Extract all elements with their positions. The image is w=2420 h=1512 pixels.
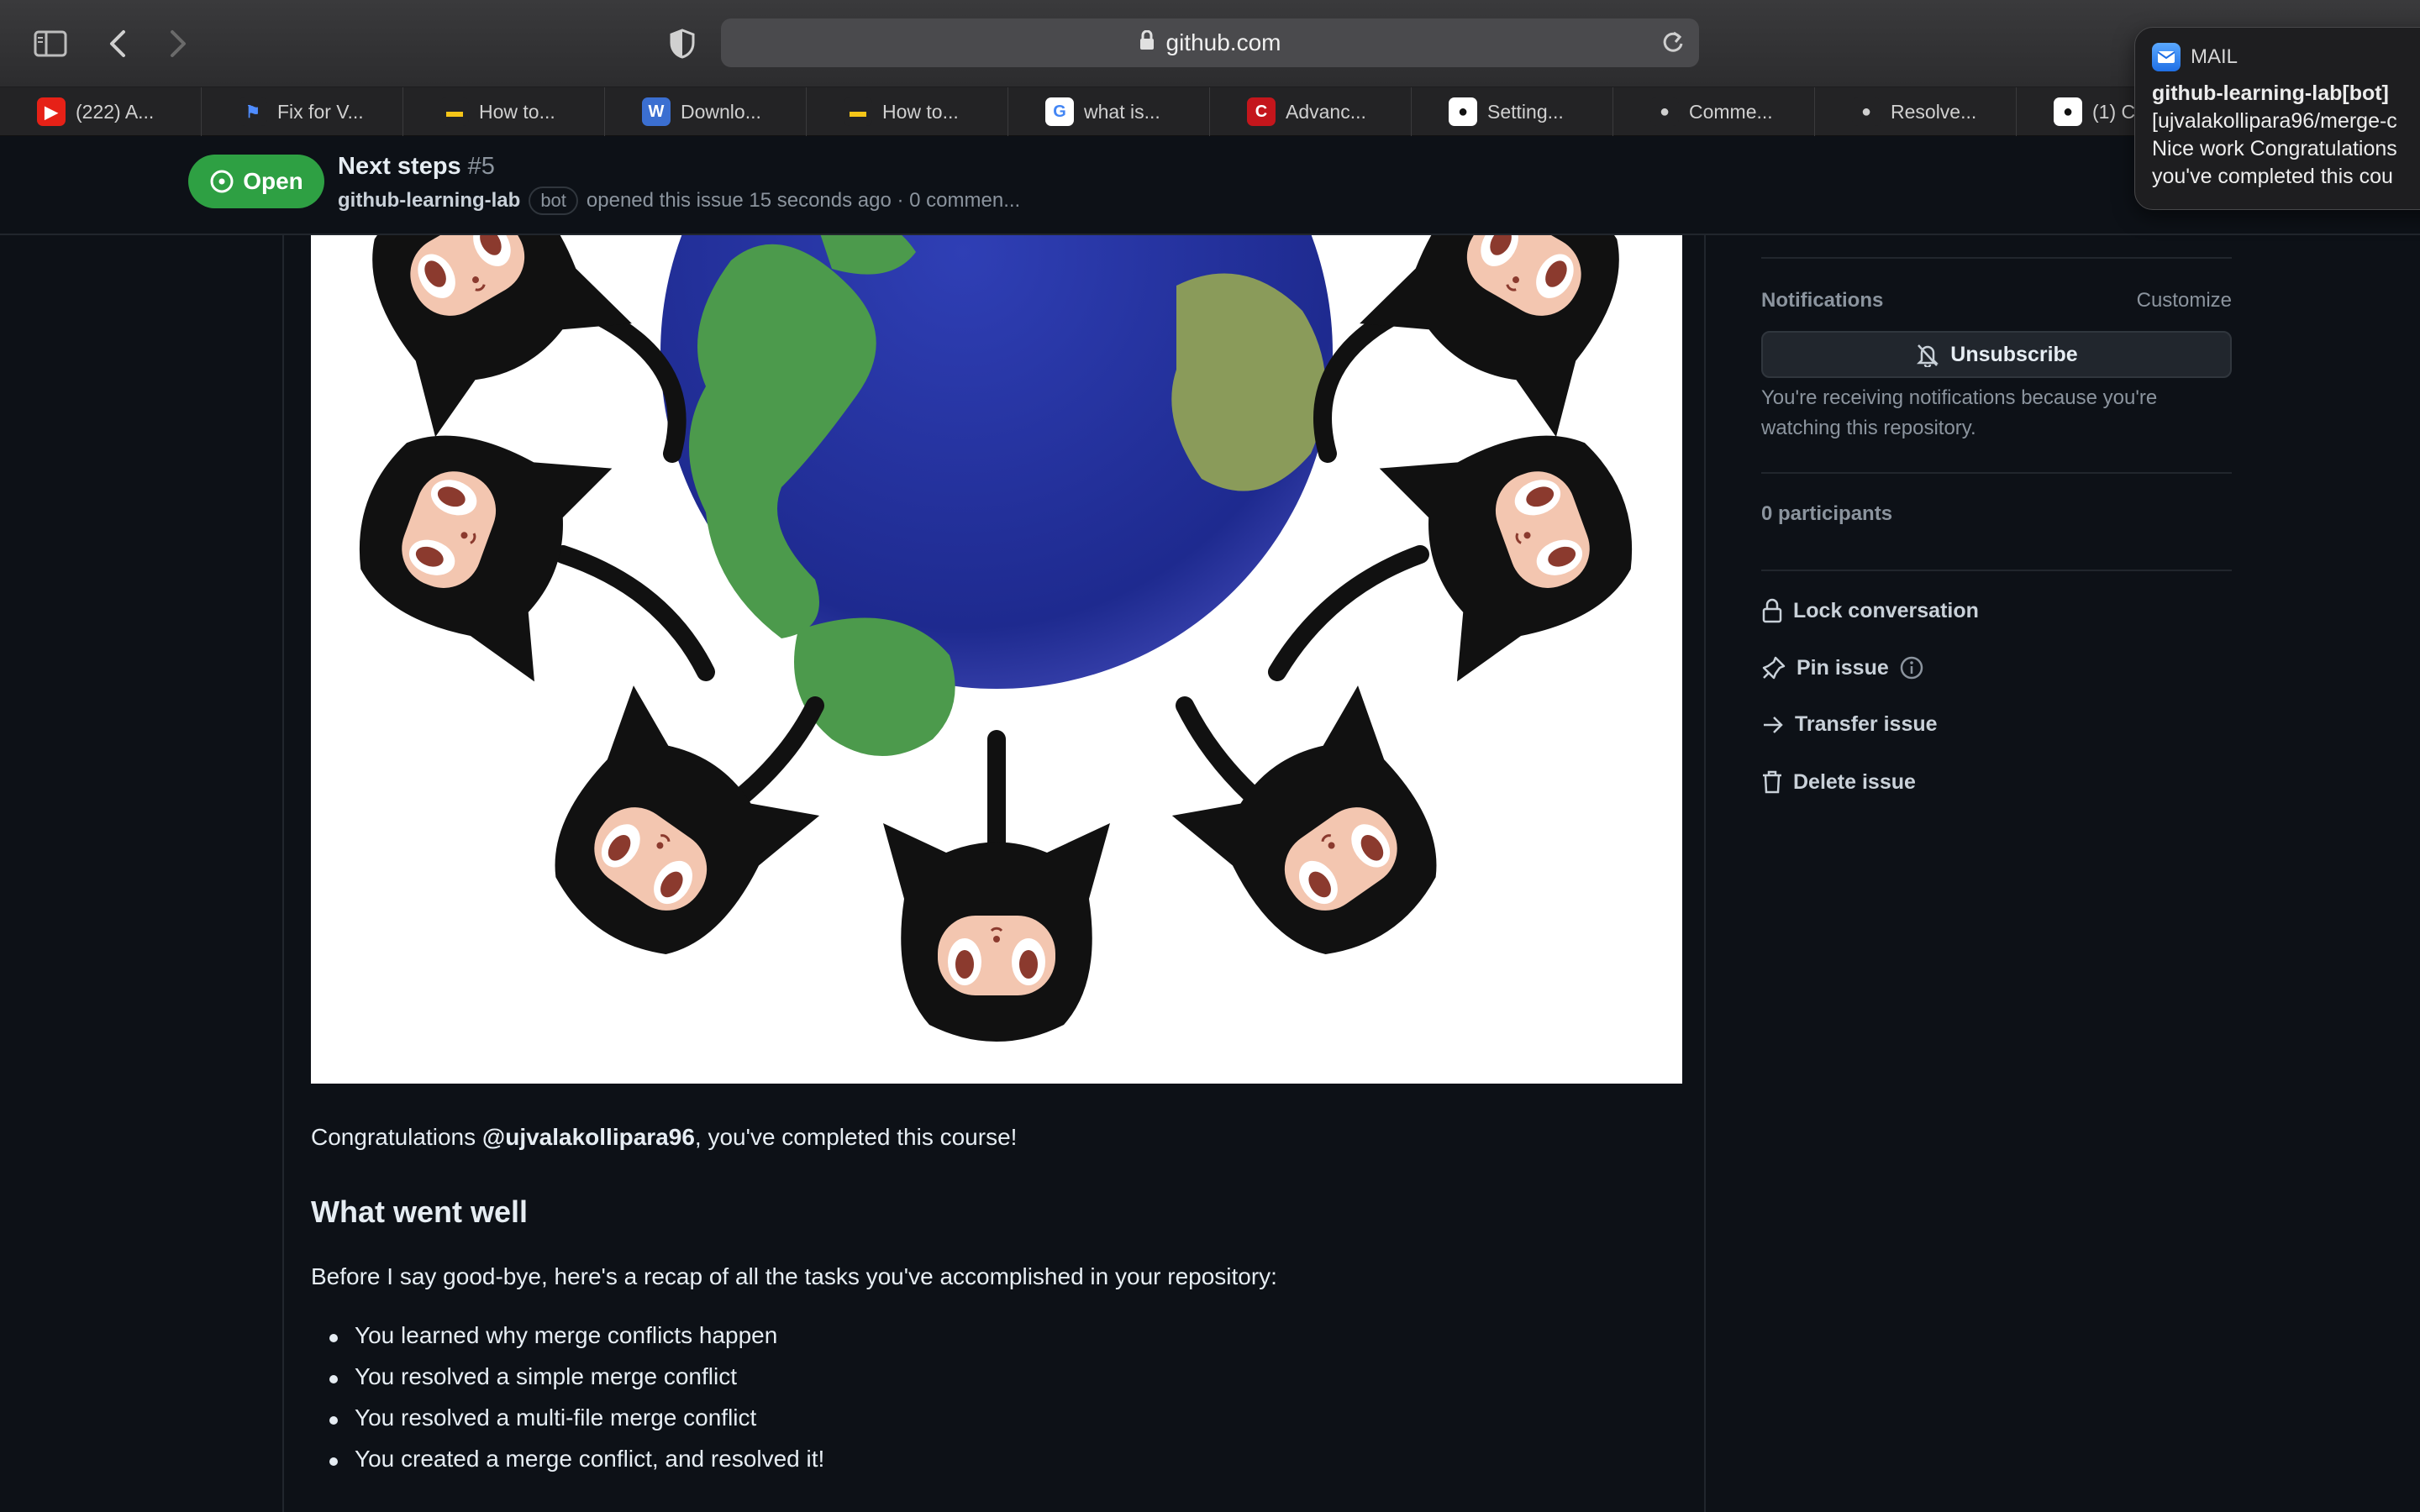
browser-tab[interactable]: ▬ How to...: [807, 87, 1008, 136]
unsubscribe-button[interactable]: Unsubscribe: [1761, 331, 2232, 378]
youtube-icon: ▶: [37, 97, 66, 126]
browser-tab[interactable]: ● Setting...: [1412, 87, 1613, 136]
pin-icon: [1762, 656, 1786, 680]
back-icon[interactable]: [84, 18, 151, 69]
browser-tab-label: How to...: [882, 100, 959, 123]
octocats-globe-image: [311, 235, 1682, 1084]
github-icon: ●: [2054, 97, 2082, 126]
notification-line: Nice work Congratulations: [2152, 137, 2397, 160]
lock-icon: [1139, 29, 1155, 56]
browser-tab-label: Comme...: [1689, 100, 1773, 123]
task-list: You learned why merge conflicts happen Yo…: [329, 1322, 824, 1487]
congrats-paragraph: Congratulations @ujvalakollipara96, you'…: [311, 1124, 1017, 1151]
site-icon: ▬: [844, 97, 872, 126]
site-icon: ▬: [440, 97, 469, 126]
arrow-right-icon: [1764, 716, 1783, 733]
lock-conversation-button[interactable]: Lock conversation: [1761, 598, 1979, 623]
browser-tab-label: (222) A...: [76, 100, 155, 123]
browser-tab[interactable]: ▬ How to...: [403, 87, 605, 136]
list-item: You resolved a simple merge conflict: [329, 1363, 824, 1404]
lock-icon: [1762, 598, 1782, 623]
issue-author-link[interactable]: github-learning-lab: [338, 189, 520, 213]
list-item: You resolved a multi-file merge conflict: [329, 1404, 824, 1446]
browser-tab[interactable]: ● Resolve...: [1815, 87, 2017, 136]
browser-tab-label: Fix for V...: [277, 100, 364, 123]
issue-meta-text: opened this issue 15 seconds ago · 0 com…: [586, 189, 1021, 212]
mail-icon: [2152, 43, 2181, 71]
download-site-icon: W: [642, 97, 671, 126]
participants-label: 0 participants: [1761, 502, 1893, 525]
issue-meta: github-learning-lab bot opened this issu…: [338, 186, 1020, 215]
issue-title-text: Next steps: [338, 153, 461, 180]
bot-badge: bot: [529, 186, 578, 215]
notification-title: github-learning-lab[bot]: [2152, 81, 2389, 105]
c-site-icon: C: [1247, 97, 1276, 126]
octocat-icon: ●: [1650, 97, 1679, 126]
issue-state-label: Open: [243, 168, 303, 194]
congrats-suffix: , you've completed this course!: [694, 1124, 1018, 1150]
delete-issue-button[interactable]: Delete issue: [1761, 769, 1916, 795]
pin-issue-label: Pin issue: [1797, 655, 1889, 680]
recap-paragraph: Before I say good-bye, here's a recap of…: [311, 1263, 1277, 1289]
transfer-issue-label: Transfer issue: [1795, 712, 1938, 736]
unsubscribe-label: Unsubscribe: [1950, 342, 2078, 366]
browser-tab-label: Setting...: [1487, 100, 1564, 123]
congrats-prefix: Congratulations: [311, 1124, 482, 1150]
browser-tab-label: Advanc...: [1286, 100, 1366, 123]
what-went-well-heading: What went well: [311, 1194, 529, 1229]
bookmark-icon: ⚑: [239, 97, 267, 126]
issue-number: #5: [467, 153, 495, 180]
url-text: github.com: [1165, 29, 1281, 55]
sidebar-divider: [1761, 472, 2232, 474]
issue-title: Next steps #5: [338, 153, 495, 181]
browser-tab-label: How to...: [479, 100, 555, 123]
browser-tab-label: Resolve...: [1891, 100, 1977, 123]
notification-app-name: MAIL: [2191, 45, 2238, 68]
bell-slash-icon: [1917, 344, 1939, 367]
browser-tab-label: (1) C: [2092, 100, 2136, 123]
notification-reason: You're receiving notifications because y…: [1761, 386, 2158, 439]
octocat-icon: ●: [1852, 97, 1881, 126]
reload-icon[interactable]: [1662, 30, 1684, 60]
transfer-issue-button[interactable]: Transfer issue: [1761, 712, 1938, 737]
pin-issue-button[interactable]: Pin issue: [1761, 655, 1924, 680]
issue-body: Congratulations @ujvalakollipara96, you'…: [282, 235, 1706, 1512]
user-mention-link[interactable]: @ujvalakollipara96: [482, 1124, 695, 1150]
forward-icon[interactable]: [145, 18, 212, 69]
github-icon: ●: [1449, 97, 1477, 126]
browser-tab[interactable]: ▶ (222) A...: [0, 87, 202, 136]
notification-line: you've completed this cou: [2152, 165, 2393, 188]
browser-tab-label: Downlo...: [681, 100, 761, 123]
delete-issue-label: Delete issue: [1793, 769, 1916, 794]
list-item: You learned why merge conflicts happen: [329, 1322, 824, 1363]
sidebar-toggle-icon[interactable]: [17, 18, 84, 69]
browser-tab-label: what is...: [1084, 100, 1160, 123]
sidebar-divider: [1761, 257, 2232, 259]
notifications-label: Notifications: [1761, 289, 1884, 312]
notification-line: [ujvalakollipara96/merge-c: [2152, 109, 2397, 133]
browser-toolbar: github.com: [0, 0, 2420, 87]
sidebar-divider: [1761, 570, 2232, 571]
trash-icon: [1763, 770, 1781, 794]
list-item: You created a merge conflict, and resolv…: [329, 1446, 824, 1487]
google-icon: G: [1045, 97, 1074, 126]
customize-link[interactable]: Customize: [2137, 289, 2232, 312]
browser-tab[interactable]: Gwhat is...: [1008, 87, 1210, 136]
tab-bar: ▶ (222) A... ⚑ Fix for V... ▬ How to... W Downl…: [0, 87, 2420, 136]
lock-conversation-label: Lock conversation: [1793, 598, 1979, 622]
issue-open-icon: [210, 170, 234, 193]
issue-state-badge: Open: [188, 155, 324, 208]
privacy-shield-icon[interactable]: [649, 18, 716, 69]
browser-tab[interactable]: ⚑ Fix for V...: [202, 87, 403, 136]
browser-tab[interactable]: ● Comme...: [1613, 87, 1815, 136]
info-icon[interactable]: [1899, 655, 1924, 680]
address-bar[interactable]: github.com: [721, 18, 1699, 67]
browser-tab[interactable]: C Advanc...: [1210, 87, 1412, 136]
browser-tab[interactable]: W Downlo...: [605, 87, 807, 136]
mail-notification[interactable]: MAIL github-learning-lab[bot] [ujvalakol…: [2134, 27, 2420, 210]
issue-header: Open Next steps #5 github-learning-lab bo…: [0, 136, 2420, 235]
